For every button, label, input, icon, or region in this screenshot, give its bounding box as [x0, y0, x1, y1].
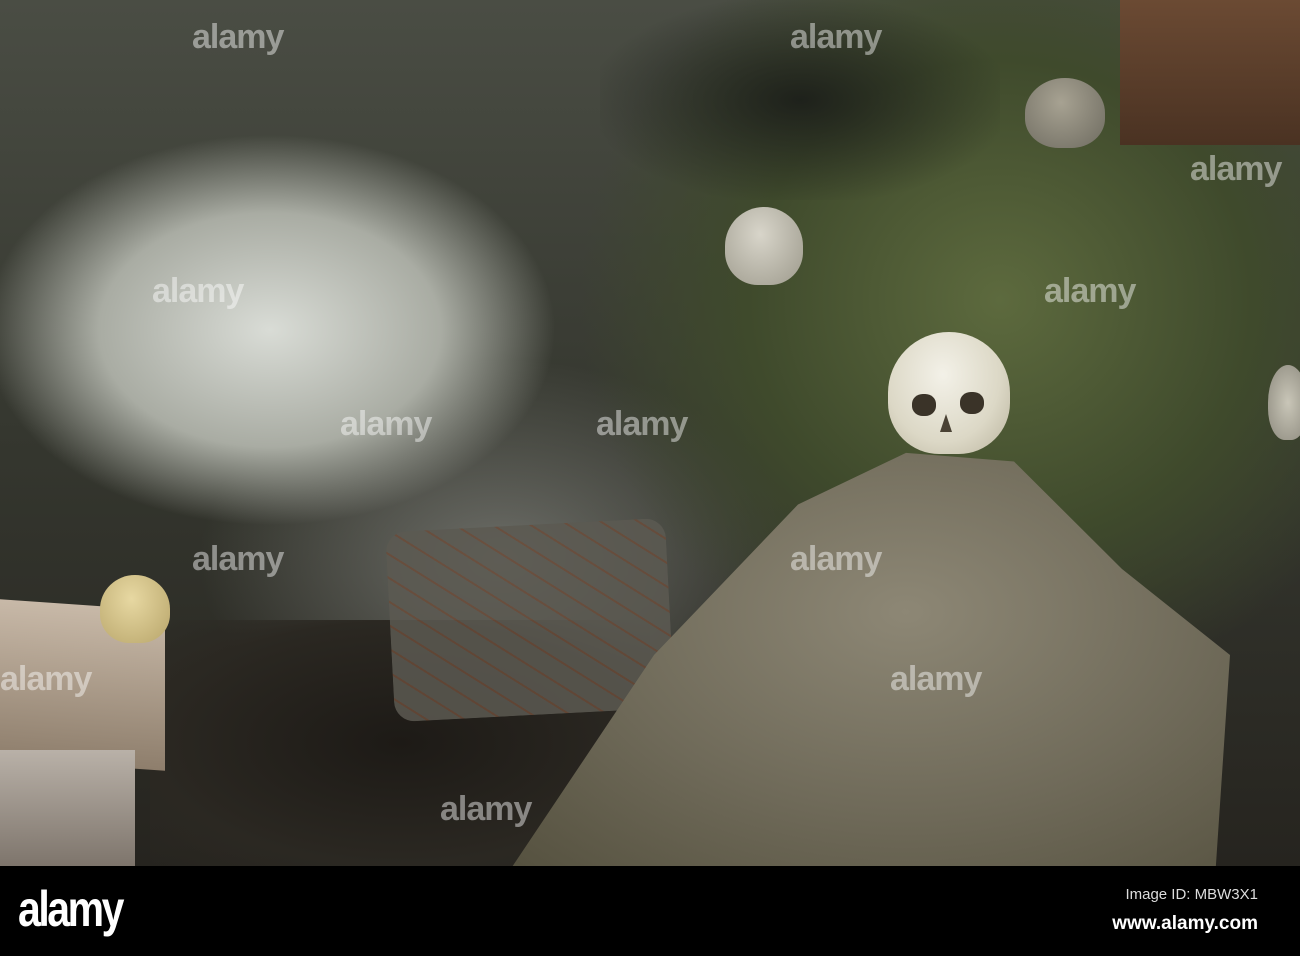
watermark: alamy [152, 272, 244, 310]
watermark: alamy [596, 405, 688, 443]
watermark: alamy [890, 660, 982, 698]
photo: alamy alamy alamy alamy alamy alamy alam… [0, 0, 1300, 866]
skull [1025, 78, 1105, 148]
watermark: alamy [340, 405, 432, 443]
site-url: www.alamy.com [1112, 913, 1258, 934]
image-id: Image ID: MBW3X1 [1125, 886, 1258, 903]
skull [1268, 365, 1300, 440]
watermark: alamy [0, 660, 92, 698]
nasal-cavity [940, 414, 952, 432]
alamy-logo: alamy [18, 881, 124, 937]
main-skull [888, 332, 1010, 454]
watermark: alamy [790, 540, 882, 578]
skull [725, 207, 803, 285]
watermark: alamy [192, 540, 284, 578]
skull [100, 575, 170, 643]
wooden-coffin [0, 750, 135, 866]
wooden-coffin [1120, 0, 1300, 145]
watermark: alamy [790, 18, 882, 56]
eye-socket [960, 392, 984, 414]
eye-socket [912, 394, 936, 416]
footer-bar: alamy Image ID: MBW3X1 www.alamy.com [0, 866, 1300, 956]
watermark: alamy [440, 790, 532, 828]
watermark: alamy [192, 18, 284, 56]
watermark: alamy [1190, 150, 1282, 188]
watermark: alamy [1044, 272, 1136, 310]
